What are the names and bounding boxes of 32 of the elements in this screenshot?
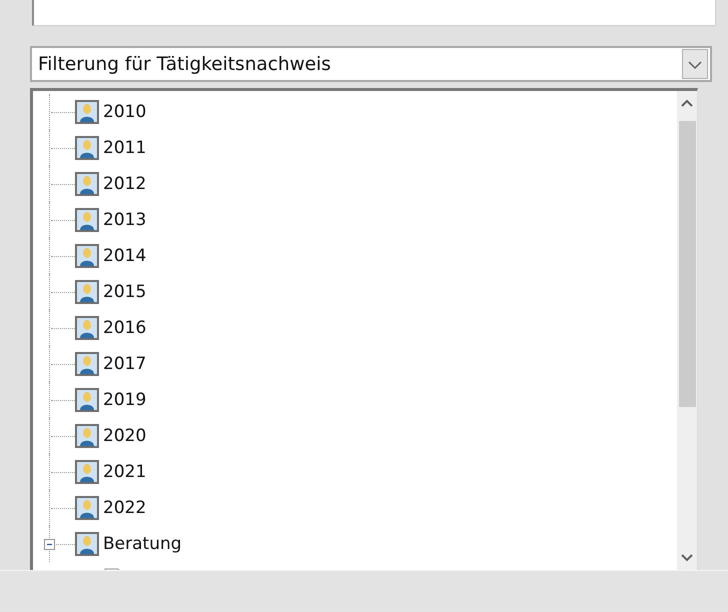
- tree-item[interactable]: 2011: [103, 138, 146, 158]
- person-icon: [75, 496, 99, 520]
- tree-item[interactable]: 2015: [103, 282, 146, 302]
- scrollbar[interactable]: [677, 91, 697, 570]
- tree-item[interactable]: 2020: [103, 426, 146, 446]
- tree-item[interactable]: Beratung: [103, 534, 182, 554]
- person-icon: [75, 316, 99, 340]
- tree-item[interactable]: 2013: [103, 210, 146, 230]
- tree-item[interactable]: 2022: [103, 498, 146, 518]
- person-icon: [75, 388, 99, 412]
- person-icon: [75, 532, 99, 556]
- tree-item[interactable]: 2014: [103, 246, 146, 266]
- person-icon: [75, 136, 99, 160]
- person-icon: [75, 208, 99, 232]
- person-icon: [75, 244, 99, 268]
- person-icon: [75, 280, 99, 304]
- person-icon: [75, 424, 99, 448]
- collapse-icon[interactable]: [44, 538, 55, 550]
- tree-item[interactable]: 2019: [103, 390, 146, 410]
- tree-item[interactable]: 2017: [103, 354, 146, 374]
- person-icon: [75, 352, 99, 376]
- person-icon: [75, 172, 99, 196]
- dropdown-caret-icon[interactable]: [682, 49, 708, 79]
- tree-item[interactable]: 2012: [103, 174, 146, 194]
- scroll-thumb[interactable]: [678, 121, 696, 407]
- dropdown-value: Filterung für Tätigkeitsnachweis: [38, 54, 331, 74]
- filter-dropdown[interactable]: Filterung für Tätigkeitsnachweis: [30, 46, 712, 82]
- tree-item[interactable]: 2016: [103, 318, 146, 338]
- person-icon: [75, 100, 99, 124]
- person-icon: [75, 460, 99, 484]
- tree-item[interactable]: 2021: [103, 462, 146, 482]
- tree-item[interactable]: 2010: [103, 102, 146, 122]
